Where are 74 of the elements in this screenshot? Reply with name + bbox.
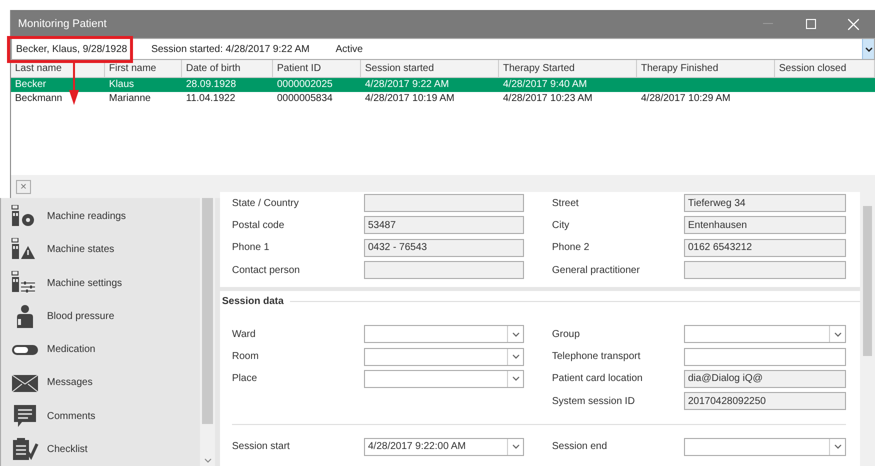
input-field[interactable]: 20170428092250 [684, 392, 846, 410]
column-header[interactable]: First name [105, 60, 182, 77]
dropdown-field[interactable] [364, 348, 524, 366]
field-label: Room [232, 351, 260, 362]
patient-name: Becker, Klaus, 9/28/1928 [15, 44, 128, 54]
column-header[interactable]: Session closed [775, 60, 875, 77]
field-label: General practitioner [552, 264, 641, 276]
field-label: Patient card location [552, 373, 644, 384]
chevron-down-icon [512, 354, 520, 360]
column-header[interactable]: Therapy Started [499, 60, 637, 77]
column-header[interactable]: Last name [11, 60, 105, 77]
input-field[interactable]: 53487 [364, 216, 524, 234]
chevron-down-icon [204, 458, 212, 463]
input-field[interactable]: dia@Dialog iQ@ [684, 370, 846, 388]
patient-row[interactable]: Becker Klaus 28.09.1928 0000002025 4/28/2017 9:22 AM 4/28/2017 9:40 AM [11, 78, 875, 92]
field-label: Place [232, 373, 258, 384]
input-field[interactable] [684, 348, 846, 366]
field-label: Street [552, 198, 580, 209]
sidebar-item[interactable]: Comments [47, 410, 96, 422]
session-start: Session started: 4/28/2017 9:22 AM [151, 44, 310, 54]
field-label: Phone 1 [232, 242, 270, 254]
patient-selector[interactable]: Becker, Klaus, 9/28/1928 Session started: 4/28/2017 9:22 AM Active [11, 38, 875, 60]
clear-button[interactable]: × [16, 180, 31, 194]
sidebar-item[interactable]: Machine readings [47, 211, 126, 222]
chevron-down-icon [834, 332, 842, 337]
sidebar-item[interactable]: Checklist [47, 444, 88, 455]
chevron-down-icon [864, 46, 872, 52]
annotation-arrow [68, 63, 80, 105]
dropdown-field[interactable] [364, 325, 524, 344]
input-field[interactable] [364, 261, 524, 280]
chevron-down-icon [512, 332, 520, 337]
column-header[interactable]: Session started [361, 60, 499, 77]
dropdown-field[interactable] [684, 438, 846, 456]
field-label: State / Country [232, 198, 300, 209]
scrollbar[interactable] [200, 198, 215, 466]
dropdown-field[interactable] [684, 325, 846, 344]
field-label: Session start [232, 441, 291, 452]
field-label: City [552, 220, 570, 231]
dropdown-field[interactable] [364, 370, 524, 388]
scrollbar[interactable] [860, 198, 875, 466]
field-label: Contact person [232, 264, 301, 276]
dropdown-field[interactable]: 4/28/2017 9:22:00 AM [364, 438, 524, 456]
field-label: Postal code [232, 220, 286, 231]
chevron-down-icon [512, 376, 520, 382]
field-label: Phone 2 [552, 242, 590, 254]
close-icon [848, 18, 859, 30]
sidebar-item[interactable]: Machine states [47, 244, 114, 256]
field-label: Ward [232, 328, 257, 340]
sidebar-item[interactable]: Blood pressure [47, 310, 114, 322]
speech-bubble-icon [11, 404, 39, 428]
checklist-icon [11, 437, 39, 462]
sidebar-item[interactable]: Messages [47, 377, 93, 388]
input-field[interactable] [364, 194, 524, 212]
session-status: Active [336, 44, 364, 54]
field-label: Group [552, 328, 581, 340]
field-label: Session end [552, 441, 608, 452]
column-header[interactable]: Date of birth [182, 60, 273, 77]
column-header[interactable]: Therapy Finished [637, 60, 775, 77]
input-field[interactable]: Tieferweg 34 [684, 194, 846, 212]
input-field[interactable]: Entenhausen [684, 216, 846, 234]
window-title: Monitoring Patient [18, 18, 108, 30]
field-label: Telephone transport [552, 351, 642, 362]
sidebar-item[interactable]: Medication [47, 344, 96, 356]
section-title: Session data [222, 296, 284, 307]
dropdown-button[interactable] [862, 39, 874, 59]
input-field[interactable]: 0162 6543212 [684, 238, 846, 257]
sidebar-item[interactable]: Machine settings [47, 278, 122, 289]
chevron-down-icon [834, 444, 842, 450]
input-field[interactable] [684, 261, 846, 280]
chevron-down-icon [512, 444, 520, 450]
column-header[interactable]: Patient ID [273, 60, 361, 77]
maximize-icon [806, 19, 816, 29]
field-label: System session ID [552, 396, 636, 407]
input-field[interactable]: 0432 - 76543 [364, 238, 524, 257]
